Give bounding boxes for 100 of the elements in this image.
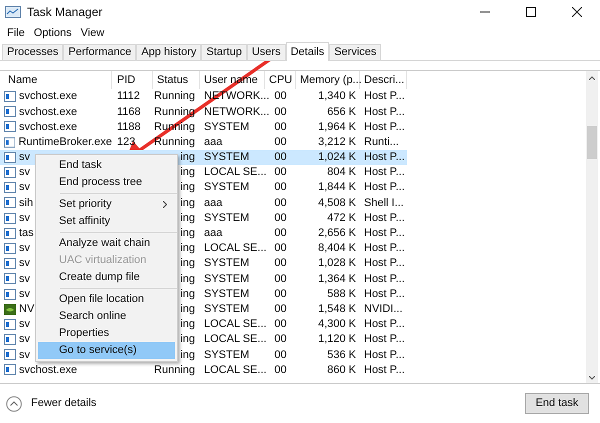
scroll-thumb[interactable] [587, 126, 597, 159]
window-icon [4, 91, 16, 102]
menu-item[interactable]: Search online [38, 308, 175, 325]
table-cell: 1,340 K [318, 90, 356, 102]
table-cell: 00 [274, 348, 287, 361]
column-header[interactable]: Memory (p... [300, 72, 362, 88]
table-cell: 8,404 K [318, 242, 356, 254]
process-name: RuntimeBroker.exe [18, 134, 112, 150]
collapse-icon[interactable] [6, 396, 22, 412]
menu-item[interactable]: File [3, 24, 29, 42]
table-cell: ing [180, 272, 195, 285]
maximize-icon[interactable] [526, 7, 536, 17]
table-cell: 472 K [327, 212, 356, 224]
table-cell: ing [180, 212, 195, 224]
table-cell: 3,212 K [318, 136, 356, 148]
table-cell: 123 [117, 136, 136, 148]
table-cell: 00 [274, 227, 287, 240]
table-cell: ing [180, 333, 195, 346]
table-cell: 536 K [327, 348, 356, 361]
table-cell: 00 [274, 333, 287, 346]
tab[interactable]: App history [136, 44, 202, 60]
table-cell: Host P... [364, 348, 405, 361]
table-cell: Running [154, 136, 195, 148]
menu-item[interactable]: Analyze wait chain [38, 235, 175, 252]
column-header[interactable]: PID [117, 72, 136, 88]
end-task-button[interactable]: End task [525, 393, 589, 414]
table-cell: 00 [274, 90, 287, 102]
table-cell: Host P... [364, 90, 405, 102]
table-cell: Host P... [364, 212, 405, 224]
table-cell: LOCAL SE... [204, 364, 267, 376]
menu-item[interactable]: Create dump file [38, 269, 175, 286]
process-name: sv [19, 210, 30, 226]
column-header[interactable]: CPU [269, 72, 292, 88]
menu-item[interactable]: Go to service(s) [38, 342, 175, 359]
process-name: sv [19, 180, 30, 196]
table-cell: LOCAL SE... [204, 242, 267, 254]
table-cell: aaa [204, 136, 222, 148]
table-cell: 1112 [117, 90, 140, 102]
process-name: svchost.exe [19, 120, 78, 135]
tab[interactable]: Performance [63, 44, 136, 60]
table-cell: 00 [274, 136, 287, 148]
table-cell: Host P... [364, 106, 405, 118]
table-cell: SYSTEM [204, 302, 250, 315]
table-cell: 1,548 K [318, 302, 356, 315]
table-cell: 1,028 K [318, 257, 356, 270]
tab[interactable]: Services [329, 44, 382, 60]
table-cell: 1,364 K [318, 272, 356, 285]
scroll-down-icon[interactable] [589, 376, 595, 380]
scroll-up-icon[interactable] [589, 76, 595, 80]
close-icon[interactable] [572, 7, 582, 17]
menu-item[interactable]: End process tree [38, 174, 175, 191]
table-cell: Host P... [364, 272, 405, 285]
table-cell: ing [180, 151, 195, 164]
window-icon [4, 152, 16, 163]
process-name: sih [19, 196, 34, 211]
app-icon [4, 304, 16, 315]
menu-item[interactable]: Properties [38, 325, 175, 342]
menu-item[interactable]: View [76, 24, 108, 42]
table-cell: NETWORK... [204, 106, 270, 118]
table-cell: Host P... [364, 181, 405, 194]
menu-item[interactable]: Set priority [38, 196, 175, 213]
column-header[interactable]: Descri... [364, 72, 404, 88]
table-cell: SYSTEM [204, 288, 250, 300]
table-cell: ing [180, 288, 195, 300]
table-cell: SYSTEM [204, 257, 250, 270]
process-name: sv [19, 241, 30, 256]
scrollbar[interactable] [586, 71, 598, 383]
table-cell: SYSTEM [204, 348, 250, 361]
column-header[interactable]: Status [157, 72, 188, 88]
table-cell: aaa [204, 227, 222, 240]
process-name: sv [19, 256, 30, 272]
window-icon [4, 167, 16, 178]
table-cell: Host P... [364, 288, 405, 300]
table-cell: LOCAL SE... [204, 318, 267, 330]
table-cell: SYSTEM [204, 212, 250, 224]
table-cell: 00 [274, 242, 287, 254]
menu-item[interactable]: Set affinity [38, 213, 175, 230]
tab[interactable]: Startup [201, 44, 247, 60]
table-cell: ing [180, 348, 195, 361]
tab[interactable]: Details [286, 42, 330, 61]
window-icon [4, 258, 16, 270]
tab[interactable]: Users [246, 44, 286, 60]
column-header[interactable]: Name [8, 72, 38, 88]
tab[interactable]: Processes [2, 44, 64, 60]
table-cell: 00 [274, 166, 287, 178]
table-cell: LOCAL SE... [204, 333, 267, 346]
menu-item[interactable]: Open file location [38, 291, 175, 308]
table-cell: NVIDI... [364, 302, 403, 315]
menu-item[interactable]: Options [30, 24, 76, 42]
table-cell: 00 [274, 272, 287, 285]
table-cell: 00 [274, 318, 287, 330]
app-icon [5, 6, 21, 18]
table-cell: Host P... [364, 120, 405, 133]
fewer-details-link[interactable]: Fewer details [31, 395, 96, 412]
table-cell: 00 [274, 181, 287, 194]
window-icon [4, 273, 16, 284]
window-icon [4, 288, 16, 300]
table-cell: 00 [274, 257, 287, 270]
process-name: svchost.exe [19, 104, 78, 120]
window-icon [4, 228, 16, 239]
